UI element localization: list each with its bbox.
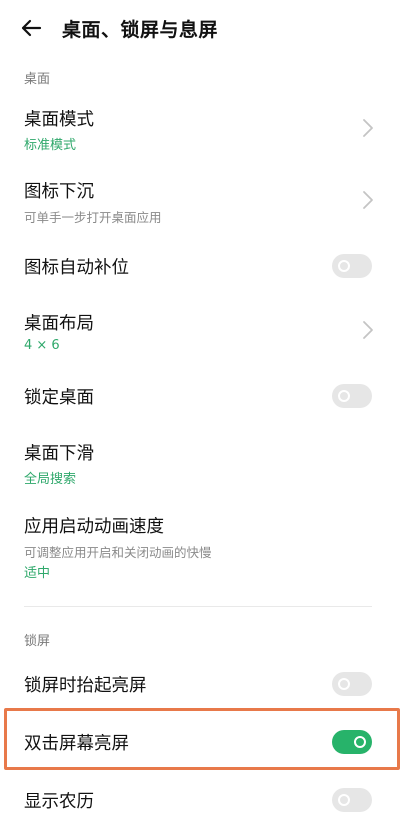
chevron-right-icon	[363, 321, 373, 339]
page-title: 桌面、锁屏与息屏	[62, 19, 219, 41]
setting-icon-autofill[interactable]: 图标自动补位	[0, 246, 406, 286]
double-tap-wake-toggle[interactable]	[332, 730, 372, 754]
lock-desktop-toggle[interactable]	[332, 384, 372, 408]
setting-title: 锁定桌面	[24, 388, 94, 408]
setting-desktop-layout[interactable]: 桌面布局 4 × 6	[0, 304, 406, 362]
setting-animation-speed[interactable]: 应用启动动画速度 可调整应用开启和关闭动画的快慢 适中	[0, 507, 406, 583]
section-header-desktop: 桌面	[24, 72, 51, 87]
setting-value: 适中	[24, 566, 51, 581]
chevron-right-icon	[363, 119, 373, 137]
setting-title: 桌面模式	[24, 110, 94, 130]
setting-subtitle: 可调整应用开启和关闭动画的快慢	[24, 545, 212, 560]
setting-icon-sink[interactable]: 图标下沉 可单手一步打开桌面应用	[0, 172, 406, 230]
lunar-calendar-toggle[interactable]	[332, 788, 372, 812]
setting-title: 图标自动补位	[24, 258, 129, 278]
setting-title: 应用启动动画速度	[24, 517, 164, 537]
toggle-knob	[354, 736, 366, 748]
setting-title: 双击屏幕亮屏	[24, 734, 129, 754]
section-divider	[24, 606, 372, 607]
toggle-knob	[338, 390, 350, 402]
setting-title: 显示农历	[24, 792, 94, 812]
icon-autofill-toggle[interactable]	[332, 254, 372, 278]
raise-to-wake-toggle[interactable]	[332, 672, 372, 696]
toggle-knob	[338, 678, 350, 690]
setting-double-tap-wake[interactable]: 双击屏幕亮屏	[0, 722, 406, 762]
section-header-lockscreen: 锁屏	[24, 634, 51, 649]
setting-desktop-swipe[interactable]: 桌面下滑 全局搜索	[0, 434, 406, 492]
setting-desktop-mode[interactable]: 桌面模式 标准模式	[0, 100, 406, 158]
setting-lock-desktop[interactable]: 锁定桌面	[0, 376, 406, 416]
setting-lunar-calendar[interactable]: 显示农历	[0, 780, 406, 816]
setting-value: 4 × 6	[24, 338, 60, 353]
setting-title: 桌面下滑	[24, 444, 94, 464]
header: 桌面、锁屏与息屏	[0, 0, 406, 56]
setting-title: 锁屏时抬起亮屏	[24, 676, 147, 696]
setting-raise-to-wake[interactable]: 锁屏时抬起亮屏	[0, 664, 406, 704]
setting-title: 图标下沉	[24, 182, 94, 202]
toggle-knob	[338, 794, 350, 806]
setting-title: 桌面布局	[24, 314, 94, 334]
back-arrow-icon[interactable]	[18, 15, 44, 41]
toggle-knob	[338, 260, 350, 272]
setting-value: 标准模式	[24, 138, 77, 153]
setting-value: 全局搜索	[24, 472, 77, 487]
chevron-right-icon	[363, 191, 373, 209]
setting-subtitle: 可单手一步打开桌面应用	[24, 210, 162, 225]
